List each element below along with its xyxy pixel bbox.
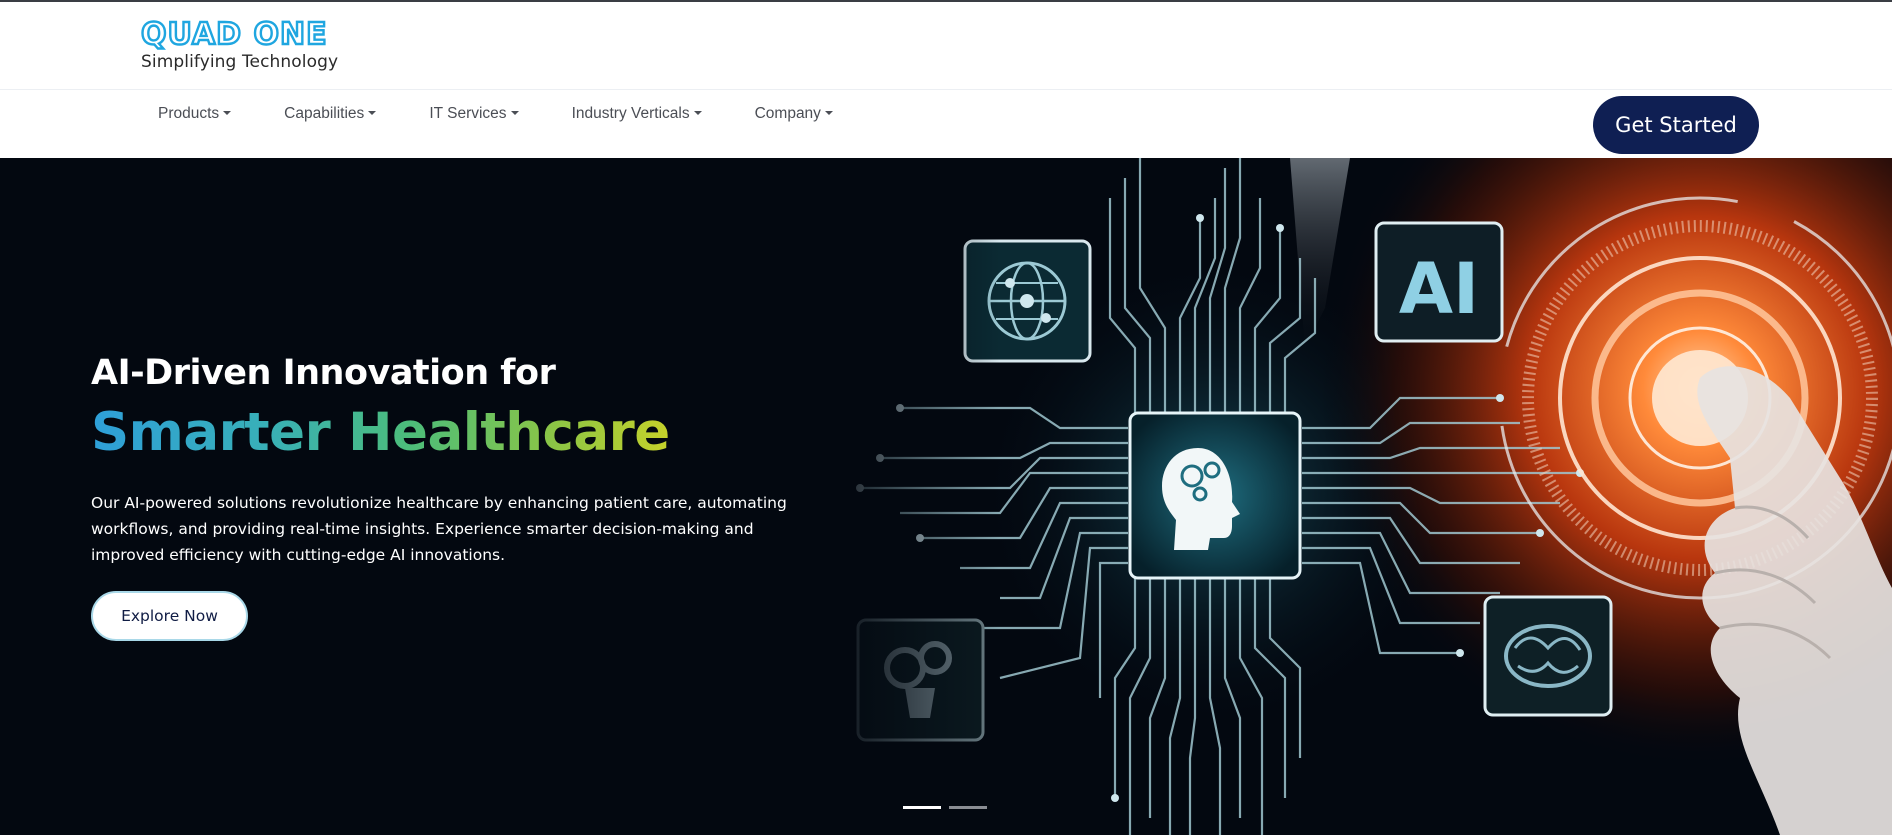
nav-item-company[interactable]: Company — [755, 105, 833, 123]
nav-list: Products Capabilities IT Services Indust… — [158, 105, 886, 123]
caret-down-icon — [510, 111, 519, 115]
site-header: QUAD ONE Simplifying Technology — [0, 2, 1892, 90]
caret-down-icon — [824, 111, 833, 115]
hero-title: AI-Driven Innovation for — [91, 353, 556, 393]
nav-item-capabilities[interactable]: Capabilities — [284, 105, 377, 123]
hero-description: Our AI-powered solutions revolutionize h… — [91, 494, 787, 564]
carousel-indicator-1[interactable] — [903, 806, 941, 809]
carousel-indicator-2[interactable] — [949, 806, 987, 809]
quad-one-logo[interactable]: QUAD ONE Simplifying Technology — [140, 17, 361, 76]
logo-wordmark: QUAD ONE — [140, 17, 328, 52]
nav-label: Company — [754, 105, 821, 122]
caret-down-icon — [693, 111, 702, 115]
main-nav: Products Capabilities IT Services Indust… — [0, 91, 1892, 158]
logo-tagline: Simplifying Technology — [141, 52, 339, 72]
hero-carousel: AI AI-Driven Innovation for Smarter Heal — [0, 158, 1892, 835]
explore-now-button[interactable]: Explore Now — [91, 591, 248, 641]
svg-text:AI: AI — [1399, 248, 1479, 330]
carousel-indicators — [903, 806, 995, 809]
nav-item-it-services[interactable]: IT Services — [429, 105, 519, 123]
hero-content: AI-Driven Innovation for Smarter Healthc… — [91, 352, 851, 641]
nav-item-industry-verticals[interactable]: Industry Verticals — [572, 105, 702, 123]
nav-item-products[interactable]: Products — [158, 105, 232, 123]
hero-highlight-title: Smarter Healthcare — [91, 402, 670, 463]
caret-down-icon — [368, 111, 377, 115]
nav-label: Industry Verticals — [571, 105, 690, 122]
caret-down-icon — [223, 111, 232, 115]
get-started-button[interactable]: Get Started — [1593, 96, 1759, 154]
nav-label: Products — [158, 105, 220, 122]
nav-label: Capabilities — [284, 105, 365, 122]
nav-label: IT Services — [429, 105, 507, 122]
